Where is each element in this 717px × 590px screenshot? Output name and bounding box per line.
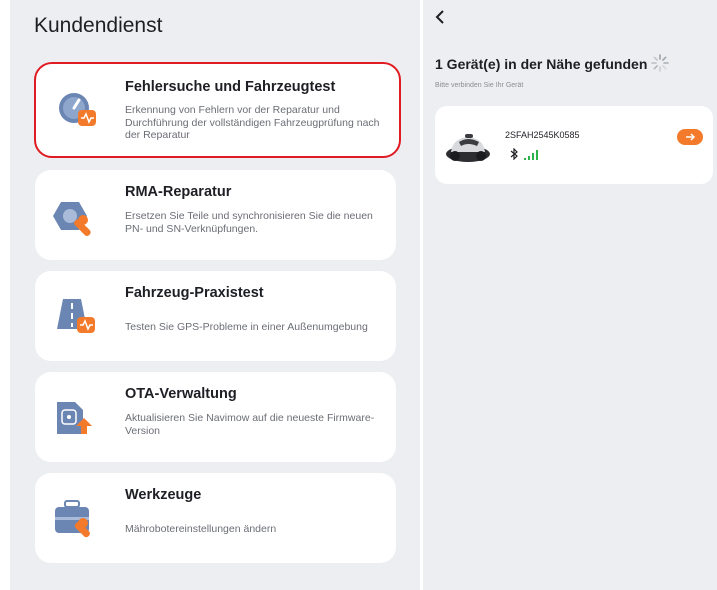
- card-title: RMA-Reparatur: [125, 184, 232, 200]
- firmware-upload-icon: [57, 402, 92, 434]
- card-title: Fahrzeug-Praxistest: [125, 285, 264, 301]
- chevron-left-icon[interactable]: [435, 8, 445, 29]
- card-description: Mährobotereinstellungen ändern: [125, 523, 277, 535]
- card-description: Aktualisieren Sie Navimow auf die neuest…: [125, 412, 375, 437]
- connect-hint: Bitte verbinden Sie Ihr Gerät: [435, 82, 524, 89]
- card-title: Werkzeuge: [125, 487, 202, 503]
- card-fahrzeug-praxistest[interactable]: Fahrzeug-Praxistest Testen Sie GPS-Probl…: [35, 271, 396, 361]
- card-ota-verwaltung[interactable]: OTA-Verwaltung Aktualisieren Sie Navimow…: [35, 372, 396, 462]
- arrow-right-icon: [686, 133, 696, 141]
- robot-mower-image: [446, 134, 490, 162]
- card-title: OTA-Verwaltung: [125, 386, 237, 402]
- diagnostic-gauge-icon: [59, 93, 96, 126]
- device-discovery-panel: 1 Gerät(e) in der Nähe gefunden Bitte ve…: [423, 0, 717, 590]
- card-description: Erkennung von Fehlern vor der Reparatur …: [125, 104, 380, 141]
- card-description: Ersetzen Sie Teile und synchronisieren S…: [125, 210, 373, 235]
- card-rma-reparatur[interactable]: RMA-Reparatur Ersetzen Sie Teile und syn…: [35, 170, 396, 260]
- loading-spinner-icon: [651, 54, 669, 72]
- bluetooth-icon: [510, 148, 518, 160]
- road-test-icon: [57, 299, 95, 333]
- card-fehlersuche[interactable]: Fehlersuche und Fahrzeugtest Erkennung v…: [34, 62, 401, 158]
- device-list-item[interactable]: 2SFAH2545K0585: [435, 106, 713, 184]
- connect-button[interactable]: [677, 129, 703, 145]
- toolbox-icon: [55, 500, 90, 538]
- card-werkzeuge[interactable]: Werkzeuge Mährobotereinstellungen ändern: [35, 473, 396, 563]
- repair-nut-wrench-icon: [53, 202, 91, 236]
- device-serial: 2SFAH2545K0585: [505, 130, 580, 140]
- signal-strength-icon: [524, 150, 538, 160]
- devices-found-heading: 1 Gerät(e) in der Nähe gefunden: [435, 56, 648, 72]
- card-description: Testen Sie GPS-Probleme in einer Außenum…: [125, 321, 368, 333]
- card-title: Fehlersuche und Fahrzeugtest: [125, 79, 336, 95]
- page-title: Kundendienst: [34, 14, 163, 37]
- service-menu-panel: Kundendienst Fehlersuche und Fahrzeugtes…: [10, 0, 420, 590]
